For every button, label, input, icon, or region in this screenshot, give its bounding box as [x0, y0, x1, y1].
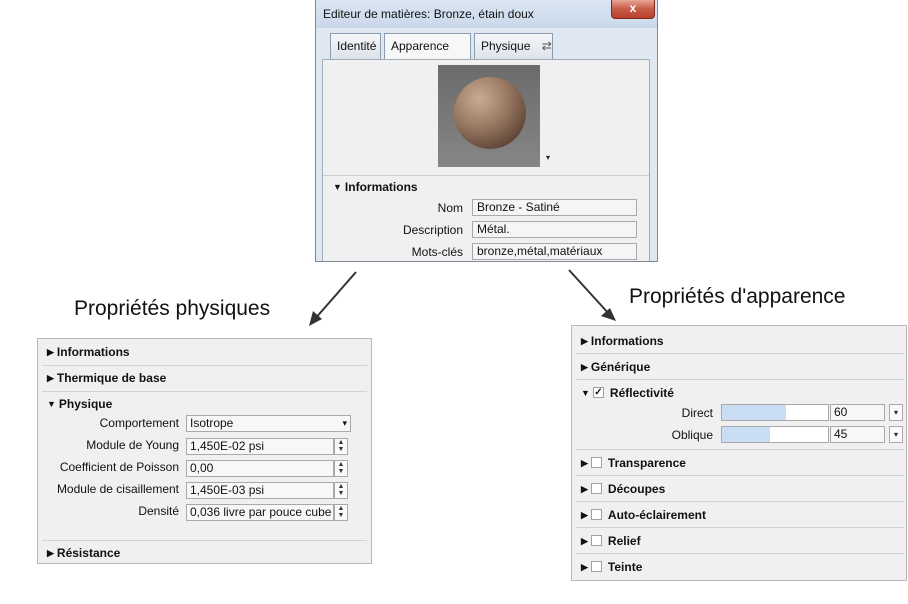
collapsed-icon: ▶	[581, 336, 588, 346]
transparence-checkbox[interactable]	[590, 457, 602, 469]
section-reflectivite[interactable]: ▼ ✓ Réflectivité	[581, 386, 674, 400]
direct-slider[interactable]	[721, 404, 829, 421]
physical-properties-panel: ▶ Informations ▶ Thermique de base ▼ Physiq…	[37, 338, 372, 564]
poisson-stepper[interactable]: ▲ ▼	[334, 460, 348, 477]
spin-down-icon[interactable]: ▼	[335, 490, 347, 497]
section-label: Relief	[607, 534, 641, 548]
decoupes-checkbox[interactable]	[590, 483, 602, 495]
section-relief[interactable]: ▶ Relief	[581, 534, 641, 548]
section-label: Informations	[590, 334, 664, 348]
divider	[576, 527, 904, 528]
density-field[interactable]: 0,036 livre par pouce cube	[186, 504, 334, 521]
divider	[42, 540, 367, 541]
poisson-field[interactable]: 0,00	[186, 460, 334, 477]
section-label: Résistance	[56, 546, 121, 560]
chevron-down-icon: ▾	[893, 430, 898, 439]
arrow-to-physical	[309, 271, 357, 326]
slider-fill	[722, 405, 786, 420]
section-label: Thermique de base	[56, 371, 167, 385]
section-label: Auto-éclairement	[607, 508, 706, 522]
label-direct: Direct	[681, 406, 713, 420]
section-informations[interactable]: ▶ Informations	[47, 345, 130, 359]
collapsed-icon: ▶	[581, 458, 588, 468]
spin-up-icon[interactable]: ▲	[335, 439, 347, 446]
expanded-icon: ▼	[581, 388, 590, 398]
divider	[576, 501, 904, 502]
spin-down-icon[interactable]: ▼	[335, 468, 347, 475]
spin-up-icon[interactable]: ▲	[335, 461, 347, 468]
section-transparence[interactable]: ▶ Transparence	[581, 456, 686, 470]
section-physique[interactable]: ▼ Physique	[47, 397, 112, 411]
dropdown-value: Isotrope	[190, 416, 234, 430]
auto-eclairement-checkbox[interactable]	[590, 509, 602, 521]
oblique-dropdown-button[interactable]: ▾	[889, 426, 903, 443]
shear-modulus-field[interactable]: 1,450E-03 psi	[186, 482, 334, 499]
label-cisaillement: Module de cisaillement	[56, 482, 179, 496]
reflectivity-checkbox[interactable]: ✓	[592, 387, 604, 399]
label-densite: Densité	[138, 504, 179, 518]
teinte-checkbox[interactable]	[590, 561, 602, 573]
spin-down-icon[interactable]: ▼	[335, 446, 347, 453]
shear-modulus-stepper[interactable]: ▲ ▼	[334, 482, 348, 499]
section-label: Générique	[590, 360, 651, 374]
collapsed-icon: ▶	[581, 484, 588, 494]
density-stepper[interactable]: ▲ ▼	[334, 504, 348, 521]
label-module-young: Module de Young	[86, 438, 179, 452]
behavior-dropdown[interactable]: Isotrope ▾	[186, 415, 351, 432]
slider-fill	[722, 427, 770, 442]
label-comportement: Comportement	[99, 416, 179, 430]
collapsed-icon: ▶	[47, 548, 54, 558]
spin-down-icon[interactable]: ▼	[335, 512, 347, 519]
divider	[576, 553, 904, 554]
section-informations[interactable]: ▶ Informations	[581, 334, 664, 348]
section-label: Transparence	[607, 456, 686, 470]
divider	[576, 353, 904, 354]
direct-dropdown-button[interactable]: ▾	[889, 404, 903, 421]
section-label: Découpes	[607, 482, 666, 496]
chevron-down-icon: ▾	[893, 408, 898, 417]
relief-checkbox[interactable]	[590, 535, 602, 547]
oblique-value-field[interactable]: 45	[830, 426, 885, 443]
young-modulus-field[interactable]: 1,450E-02 psi	[186, 438, 334, 455]
collapsed-icon: ▶	[581, 562, 588, 572]
expanded-icon: ▼	[47, 399, 56, 409]
collapsed-icon: ▶	[47, 347, 54, 357]
section-decoupes[interactable]: ▶ Découpes	[581, 482, 665, 496]
spin-up-icon[interactable]: ▲	[335, 483, 347, 490]
section-label: Informations	[56, 345, 130, 359]
section-auto-eclairement[interactable]: ▶ Auto-éclairement	[581, 508, 706, 522]
section-thermique[interactable]: ▶ Thermique de base	[47, 371, 166, 385]
direct-value-field[interactable]: 60	[830, 404, 885, 421]
section-label: Teinte	[607, 560, 643, 574]
collapsed-icon: ▶	[47, 373, 54, 383]
arrow-to-appearance	[568, 269, 616, 321]
divider	[42, 365, 367, 366]
collapsed-icon: ▶	[581, 510, 588, 520]
young-modulus-stepper[interactable]: ▲ ▼	[334, 438, 348, 455]
collapsed-icon: ▶	[581, 536, 588, 546]
divider	[576, 379, 904, 380]
oblique-slider[interactable]	[721, 426, 829, 443]
chevron-down-icon: ▾	[342, 418, 347, 428]
divider	[42, 391, 367, 392]
appearance-properties-panel: ▶ Informations ▶ Générique ▼ ✓ Réflectivité …	[571, 325, 907, 581]
divider	[576, 449, 904, 450]
collapsed-icon: ▶	[581, 362, 588, 372]
section-label: Physique	[58, 397, 113, 411]
section-teinte[interactable]: ▶ Teinte	[581, 560, 642, 574]
divider	[576, 475, 904, 476]
section-generique[interactable]: ▶ Générique	[581, 360, 650, 374]
label-poisson: Coefficient de Poisson	[59, 460, 179, 474]
label-oblique: Oblique	[671, 428, 713, 442]
section-label: Réflectivité	[609, 386, 674, 400]
spin-up-icon[interactable]: ▲	[335, 505, 347, 512]
section-resistance[interactable]: ▶ Résistance	[47, 546, 120, 560]
